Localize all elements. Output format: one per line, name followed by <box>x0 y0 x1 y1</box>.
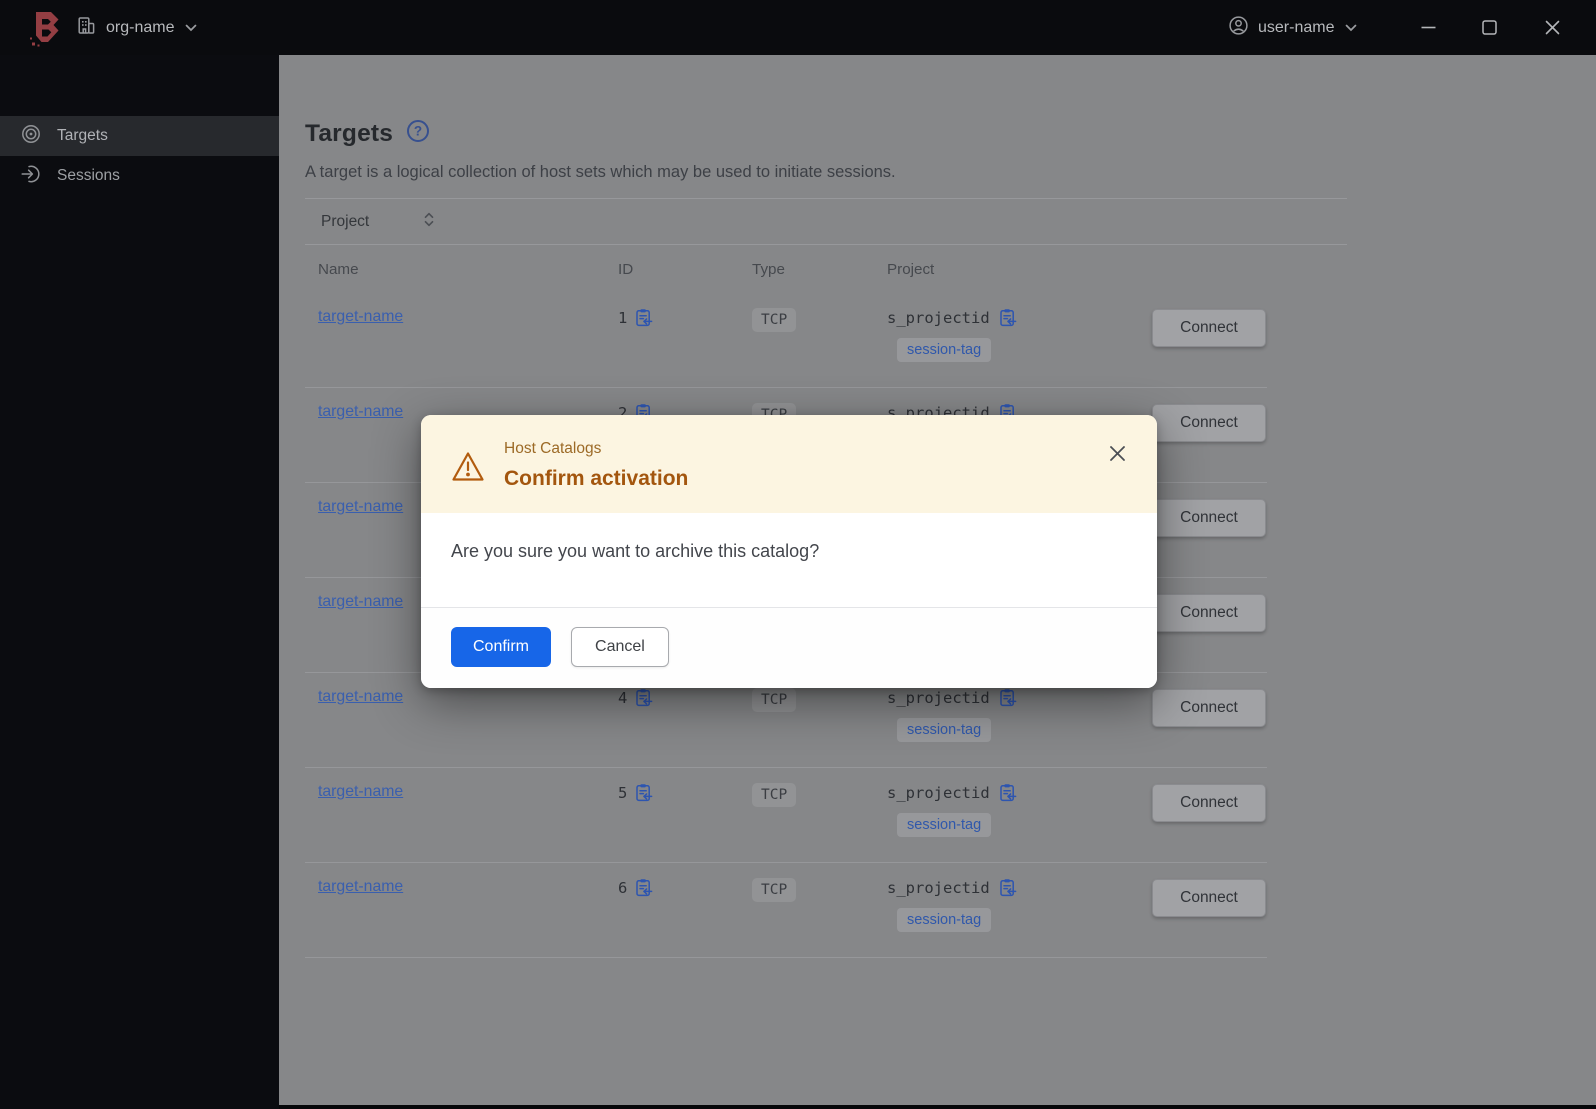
copy-to-clipboard-icon[interactable] <box>998 783 1017 802</box>
target-icon <box>21 124 41 149</box>
actions-cell: Connect <box>1127 768 1267 862</box>
target-name-link[interactable]: target-name <box>318 403 403 420</box>
type-cell: TCP <box>739 768 874 862</box>
sidebar-item-label: Targets <box>57 127 108 144</box>
type-badge: TCP <box>752 878 797 902</box>
dialog-header: Host Catalogs Confirm activation <box>421 415 1157 513</box>
user-menu[interactable]: user-name <box>1228 0 1357 55</box>
dialog-footer: Confirm Cancel <box>421 607 1157 688</box>
project-id-value: s_projectid <box>887 688 990 707</box>
copy-to-clipboard-icon[interactable] <box>634 308 653 327</box>
copy-to-clipboard-icon[interactable] <box>998 308 1017 327</box>
connect-button[interactable]: Connect <box>1152 309 1266 347</box>
dialog-tagline: Host Catalogs <box>504 440 602 457</box>
type-badge: TCP <box>752 783 797 807</box>
project-cell: s_projectid session-tag <box>874 768 1127 862</box>
type-cell: TCP <box>739 293 874 387</box>
target-id-value: 5 <box>618 783 628 802</box>
column-header-name: Name <box>318 260 359 278</box>
session-tag-link[interactable]: session-tag <box>897 718 992 742</box>
project-filter-label: Project <box>321 212 370 230</box>
table-row: target-name 1 TCP s_projectid session-ta… <box>305 293 1267 388</box>
user-icon <box>1228 15 1249 41</box>
type-badge: TCP <box>752 308 797 332</box>
project-cell: s_projectid session-tag <box>874 863 1127 957</box>
chevron-down-icon <box>185 19 197 37</box>
table-row: target-name 5 TCP s_projectid session-ta… <box>305 768 1267 863</box>
id-cell: 5 <box>605 768 739 862</box>
svg-text:?: ? <box>414 124 422 139</box>
titlebar: org-name user-name <box>0 0 1596 55</box>
column-header-project: Project <box>887 260 935 278</box>
warning-triangle-icon <box>451 451 485 513</box>
page-description: A target is a logical collection of host… <box>305 163 896 181</box>
sidebar-item-label: Sessions <box>57 167 120 184</box>
id-cell: 6 <box>605 863 739 957</box>
name-cell: target-name <box>305 768 605 862</box>
session-tag-link[interactable]: session-tag <box>897 908 992 932</box>
org-icon <box>76 15 97 41</box>
name-cell: target-name <box>305 293 605 387</box>
actions-cell: Connect <box>1127 293 1267 387</box>
dialog-close-button[interactable] <box>1105 441 1129 465</box>
confirm-button[interactable]: Confirm <box>451 627 552 667</box>
copy-to-clipboard-icon[interactable] <box>998 688 1017 707</box>
project-id-value: s_projectid <box>887 308 990 327</box>
cancel-button[interactable]: Cancel <box>571 627 669 667</box>
connect-button[interactable]: Connect <box>1152 594 1266 632</box>
actions-cell: Connect <box>1127 863 1267 957</box>
window-minimize-button[interactable] <box>1408 0 1448 55</box>
copy-to-clipboard-icon[interactable] <box>634 688 653 707</box>
target-name-link[interactable]: target-name <box>318 688 403 705</box>
target-id-value: 6 <box>618 878 628 897</box>
page-title: Targets <box>305 119 394 147</box>
target-name-link[interactable]: target-name <box>318 498 403 515</box>
sidebar: Targets Sessions <box>0 55 279 1109</box>
help-icon[interactable]: ? <box>406 119 430 148</box>
target-id-value: 4 <box>618 688 628 707</box>
project-id-value: s_projectid <box>887 878 990 897</box>
session-tag-link[interactable]: session-tag <box>897 338 992 362</box>
target-name-link[interactable]: target-name <box>318 783 403 800</box>
column-header-id: ID <box>618 260 634 278</box>
type-badge: TCP <box>752 688 797 712</box>
connect-button[interactable]: Connect <box>1152 689 1266 727</box>
boundary-logo-icon <box>29 11 61 52</box>
sort-chevrons-icon <box>423 211 435 233</box>
sidebar-item-sessions[interactable]: Sessions <box>0 156 279 196</box>
connect-button[interactable]: Connect <box>1152 784 1266 822</box>
column-header-type: Type <box>752 260 785 278</box>
user-name-label: user-name <box>1258 18 1335 36</box>
target-name-link[interactable]: target-name <box>318 593 403 610</box>
type-cell: TCP <box>739 863 874 957</box>
org-switcher[interactable]: org-name <box>76 0 197 55</box>
copy-to-clipboard-icon[interactable] <box>634 878 653 897</box>
target-id-value: 1 <box>618 308 628 327</box>
chevron-down-icon <box>1345 19 1357 37</box>
sidebar-item-targets[interactable]: Targets <box>0 116 279 156</box>
connect-button[interactable]: Connect <box>1152 879 1266 917</box>
session-enter-icon <box>21 164 41 189</box>
connect-button[interactable]: Connect <box>1152 499 1266 537</box>
copy-to-clipboard-icon[interactable] <box>634 783 653 802</box>
copy-to-clipboard-icon[interactable] <box>998 878 1017 897</box>
id-cell: 1 <box>605 293 739 387</box>
session-tag-link[interactable]: session-tag <box>897 813 992 837</box>
window-close-button[interactable] <box>1532 0 1572 55</box>
project-id-value: s_projectid <box>887 783 990 802</box>
project-cell: s_projectid session-tag <box>874 293 1127 387</box>
connect-button[interactable]: Connect <box>1152 404 1266 442</box>
table-header-row: Name ID Type Project <box>305 245 1267 293</box>
org-name-label: org-name <box>106 18 175 36</box>
name-cell: target-name <box>305 863 605 957</box>
target-name-link[interactable]: target-name <box>318 878 403 895</box>
project-filter-dropdown[interactable]: Project <box>305 198 1347 245</box>
confirm-activation-dialog: Host Catalogs Confirm activation Are you… <box>421 415 1157 688</box>
dialog-title: Confirm activation <box>504 467 689 490</box>
window-maximize-button[interactable] <box>1469 0 1509 55</box>
dialog-message: Are you sure you want to archive this ca… <box>451 541 820 561</box>
table-row: target-name 6 TCP s_projectid session-ta… <box>305 863 1267 958</box>
target-name-link[interactable]: target-name <box>318 308 403 325</box>
